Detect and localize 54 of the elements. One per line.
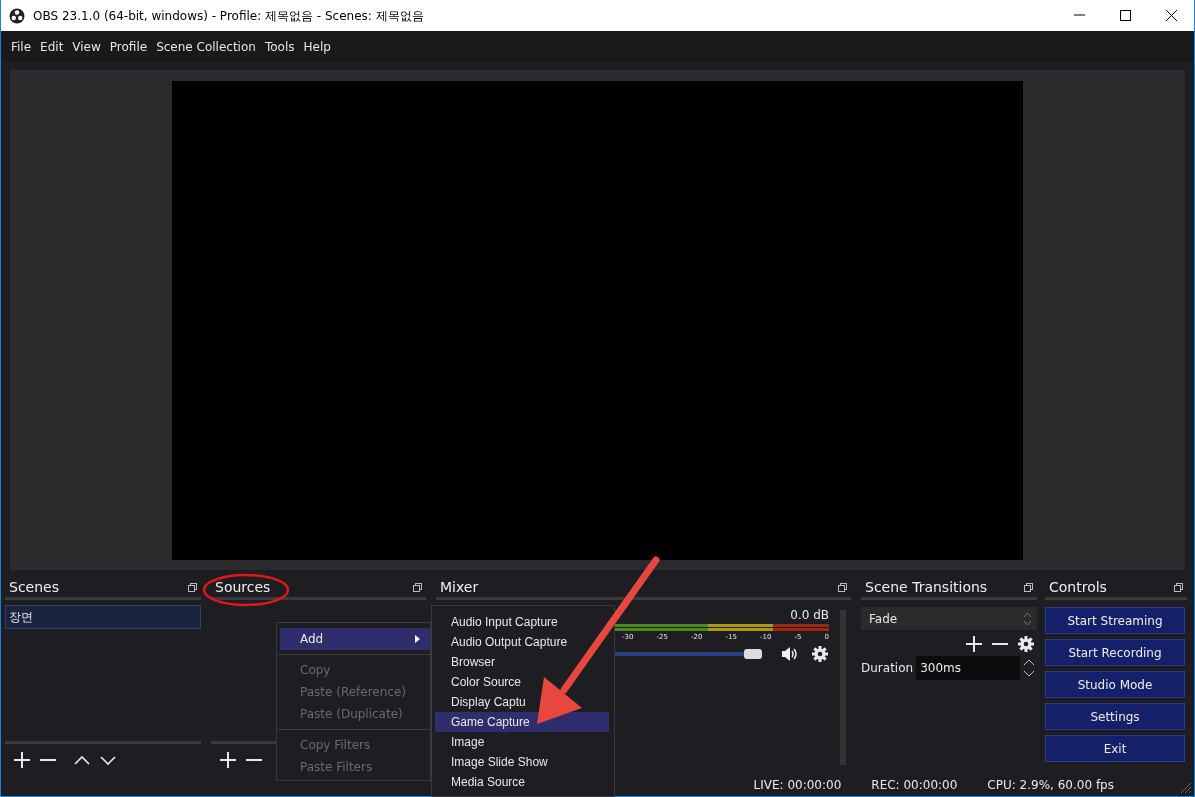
menu-item[interactable]: Help (299, 35, 335, 58)
status-text: CPU: 2.9%, 60.00 fps (987, 777, 1114, 794)
add-icon[interactable] (219, 750, 237, 769)
control-button[interactable]: Start Recording (1045, 639, 1185, 666)
app-logo-icon (9, 7, 25, 24)
dock-title: Controls (1049, 578, 1107, 597)
menu-item[interactable]: Add (280, 628, 430, 650)
menu-item[interactable]: Media Source (435, 772, 609, 792)
settings-icon[interactable] (1017, 635, 1035, 653)
submenu-arrow-icon (415, 635, 420, 643)
transition-select[interactable]: Fade (861, 607, 1037, 630)
add-icon[interactable] (13, 750, 31, 769)
dock-title: Scene Transitions (865, 578, 988, 597)
dock-title: Mixer (440, 578, 479, 597)
dock-float-icon[interactable] (838, 583, 847, 592)
menu-item[interactable]: Color Source (435, 672, 609, 692)
menu-item[interactable]: Audio Input Capture (435, 612, 609, 632)
menu-item[interactable]: Image (435, 732, 609, 752)
dock-float-icon[interactable] (188, 583, 197, 592)
menu-item[interactable]: Image Slide Show (435, 752, 609, 772)
status-text: REC: 00:00:00 (871, 777, 958, 794)
resize-grip-icon[interactable] (1180, 782, 1192, 794)
duration-label: Duration (861, 660, 914, 677)
menu-item[interactable]: File (7, 35, 36, 58)
window-title: OBS 23.1.0 (64-bit, windows) - Profile: 제목없음 - Scenes: 제목없음 (33, 7, 424, 25)
duration-field[interactable]: 300ms (916, 656, 1021, 680)
menu-item[interactable]: Display Captu (435, 692, 609, 712)
menu-item[interactable]: Tools (260, 35, 299, 58)
control-button[interactable]: Settings (1045, 703, 1185, 730)
dock-float-icon[interactable] (1174, 583, 1183, 592)
control-button[interactable]: Exit (1045, 735, 1185, 762)
menu-item[interactable]: Browser (435, 652, 609, 672)
maximize-icon[interactable] (1119, 10, 1131, 21)
status-text: LIVE: 00:00:00 (753, 777, 842, 794)
spin-arrows-icon[interactable] (1023, 658, 1036, 678)
dock-float-icon[interactable] (413, 583, 422, 592)
dock-title: Sources (215, 578, 271, 597)
dock-float-icon[interactable] (1024, 583, 1033, 592)
spin-arrows-icon (1024, 611, 1031, 626)
close-icon[interactable] (1165, 10, 1177, 21)
control-button[interactable]: Start Streaming (1045, 607, 1185, 634)
volume-reading: 0.0 dB (790, 607, 829, 624)
menu-item[interactable]: Game Capture (435, 712, 609, 732)
speaker-icon[interactable] (781, 645, 797, 662)
menu-item[interactable]: Scene Collection (152, 35, 260, 58)
menu-item[interactable]: Edit (36, 35, 68, 58)
control-button[interactable]: Studio Mode (1045, 671, 1185, 698)
menu-item[interactable]: View (68, 35, 105, 58)
add-icon[interactable] (965, 635, 983, 653)
scene-item[interactable]: 장면 (5, 605, 201, 629)
settings-icon[interactable] (811, 644, 829, 663)
menu-item[interactable]: Audio Output Capture (435, 632, 609, 652)
menu-item[interactable]: Profile (105, 35, 152, 58)
dock-title: Scenes (9, 578, 59, 597)
